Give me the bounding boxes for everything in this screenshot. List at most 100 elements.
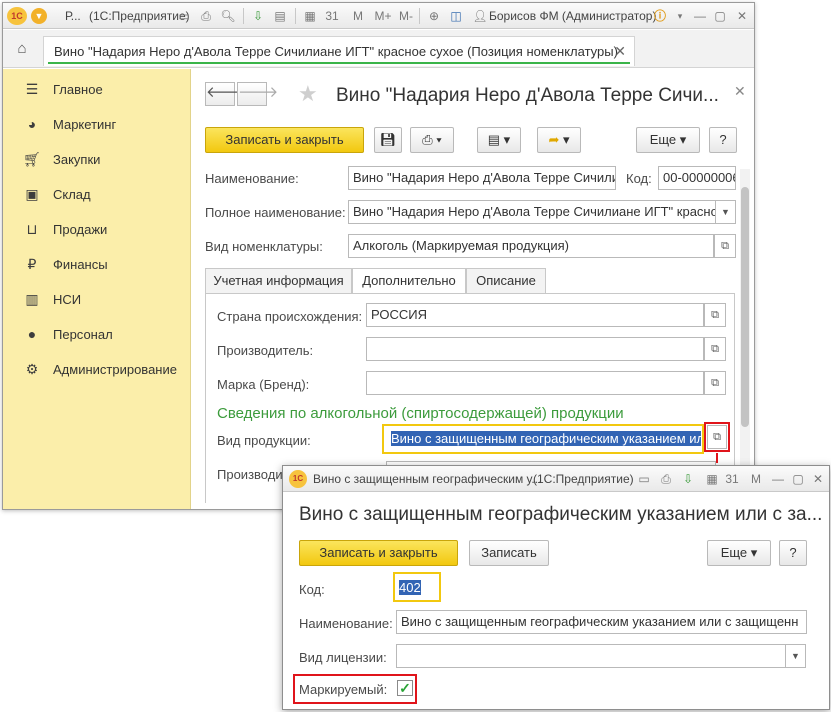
print-icon[interactable]: ⎙ [657,470,675,488]
memory-minus-button[interactable]: M- [397,7,415,25]
code-label: Код: [626,171,652,186]
print-menu-button[interactable]: ⎙ ▾ [410,127,454,153]
print-icon[interactable]: ⎙ [197,7,215,25]
close-icon[interactable]: ✕ [733,7,751,25]
main-menu-icon[interactable]: ▼ [31,8,47,24]
sidebar-item-personnel[interactable]: ● Персонал [3,319,191,349]
popup-license-dropdown-icon[interactable]: ▼ [786,644,806,668]
info-icon[interactable]: ⓘ [651,7,669,25]
save-and-close-button[interactable]: Записать и закрыть [205,127,364,153]
favorite-star-icon[interactable]: ★ [298,81,318,107]
create-based-on-button[interactable]: ➦ ▾ [537,127,581,153]
reports-menu-button[interactable]: ▤ ▾ [477,127,521,153]
memory-plus-button[interactable]: M+ [373,7,393,25]
sidebar-item-label: Главное [53,82,103,97]
popup-license-input[interactable] [396,644,786,668]
forward-button[interactable]: 🡒 [237,82,278,106]
popup-window-title: Вино с защищенным географическим у... [313,472,542,486]
sidebar-item-label: Закупки [53,152,101,167]
tab-document-label: Вино "Надария Неро д'Авола Терре Сичилиа… [54,44,618,59]
sidebar-item-marketing[interactable]: ◕ Маркетинг [3,109,191,139]
popup-help-button[interactable]: ? [779,540,807,566]
chevron-down-icon[interactable]: ▾ [671,7,689,25]
tab-accounting-info[interactable]: Учетная информация [205,268,352,294]
producer-input[interactable] [366,337,704,361]
minimize-icon[interactable]: — [769,470,787,488]
save-file-icon[interactable]: ⇩ [249,7,267,25]
product-kind-input[interactable]: Вино с защищенным географическим указани… [386,427,702,451]
popup-name-input[interactable]: Вино с защищенным географическим указани… [396,610,807,634]
zoom-icon[interactable]: ⊕ [425,7,443,25]
sidebar-item-sales[interactable]: ⊔ Продажи [3,214,191,244]
tab-description[interactable]: Описание [466,268,546,294]
scrollbar-thumb[interactable] [741,187,749,427]
calculator-icon[interactable]: ▦ [703,470,721,488]
tab-additional[interactable]: Дополнительно [352,268,466,294]
full-name-dropdown-icon[interactable]: ▼ [716,200,736,224]
open-producer-icon[interactable]: ⧉ [704,337,726,361]
popup-save-button[interactable]: Записать [469,540,549,566]
open-product-kind-icon[interactable]: ⧉ [707,425,727,449]
open-country-icon[interactable]: ⧉ [704,303,726,327]
sidebar-item-label: Персонал [53,327,113,342]
app-logo-icon[interactable]: 1C [7,7,27,25]
active-tab-indicator [48,62,630,64]
brand-input[interactable] [366,371,704,395]
popup-save-and-close-button[interactable]: Записать и закрыть [299,540,458,566]
more-button[interactable]: Еще ▾ [636,127,700,153]
open-brand-icon[interactable]: ⧉ [704,371,726,395]
memory-button[interactable]: M [749,470,763,488]
reference-icon: ▥ [25,291,39,307]
calendar-icon[interactable]: 31 [323,7,341,25]
form-title: Вино "Надария Неро д'Авола Терре Сичи... [336,85,719,106]
minimize-icon[interactable]: — [691,7,709,25]
maximize-icon[interactable]: ▢ [789,470,807,488]
popup-more-button[interactable]: Еще ▾ [707,540,771,566]
open-kind-icon[interactable]: ⧉ [714,234,736,258]
sidebar-item-administration[interactable]: ⚙ Администрирование [3,354,191,384]
document-icon[interactable]: ▤ [271,7,289,25]
open-windows-bar: ⌂ Вино "Надария Неро д'Авола Терре Сичил… [3,30,754,68]
country-input[interactable]: РОССИЯ [366,303,704,327]
back-button[interactable]: 🡐 [205,82,246,106]
sidebar-item-label: Маркетинг [53,117,117,132]
maximize-icon[interactable]: ▢ [711,7,729,25]
main-window: 1C ▼ Р... (1С:Предприятие) ▭ ⎙ 🔍︎ ⇩ ▤ ▦ … [2,2,755,510]
tab-document[interactable]: Вино "Надария Неро д'Авола Терре Сичилиа… [43,36,635,66]
kind-input[interactable]: Алкоголь (Маркируемая продукция) [348,234,714,258]
cart-icon: 🛒︎ [23,151,41,167]
calculator-icon[interactable]: ▦ [301,7,319,25]
sidebar-item-purchases[interactable]: 🛒︎ Закупки [3,144,191,174]
close-icon[interactable]: ✕ [809,470,827,488]
sidebar-item-main[interactable]: ☰ Главное [3,74,191,104]
monitor-icon[interactable]: ▭ [635,470,653,488]
close-tab-icon[interactable]: ✕ [614,43,626,60]
save-icon[interactable]: 💾︎ [374,127,402,153]
form-close-icon[interactable]: ✕ [734,83,746,100]
sidebar-item-finance[interactable]: ₽ Финансы [3,249,191,279]
memory-button[interactable]: M [351,7,365,25]
gear-icon: ⚙ [25,361,39,377]
sidebar-item-label: Администрирование [53,362,177,377]
menu-icon: ☰ [25,81,39,97]
sidebar-item-reference[interactable]: ▥ НСИ [3,284,191,314]
panels-icon[interactable]: ◫ [447,7,465,25]
preview-icon[interactable]: 🔍︎ [219,7,237,25]
sidebar-item-warehouse[interactable]: ▣ Склад [3,179,191,209]
popup-marked-label: Маркируемый: [299,682,388,697]
user-name[interactable]: Борисов ФМ (Администратор) [489,9,656,23]
help-button[interactable]: ? [709,127,737,153]
full-name-input[interactable]: Вино "Надария Неро д'Авола Терре Сичилиа… [348,200,716,224]
popup-code-value: 402 [399,580,421,595]
country-label: Страна происхождения: [217,309,363,324]
warehouse-icon: ▣ [25,186,39,202]
name-input[interactable]: Вино "Надария Неро д'Авола Терре Сичилиа [348,166,616,190]
popup-name-label: Наименование: [299,616,393,631]
code-input[interactable]: 00-00000006 [658,166,736,190]
save-file-icon[interactable]: ⇩ [679,470,697,488]
calendar-icon[interactable]: 31 [723,470,741,488]
popup-marked-checkbox[interactable]: ✓ [397,680,413,696]
monitor-icon[interactable]: ▭ [175,7,193,25]
popup-code-input[interactable]: 402 [399,580,421,596]
home-icon[interactable]: ⌂ [13,40,31,58]
